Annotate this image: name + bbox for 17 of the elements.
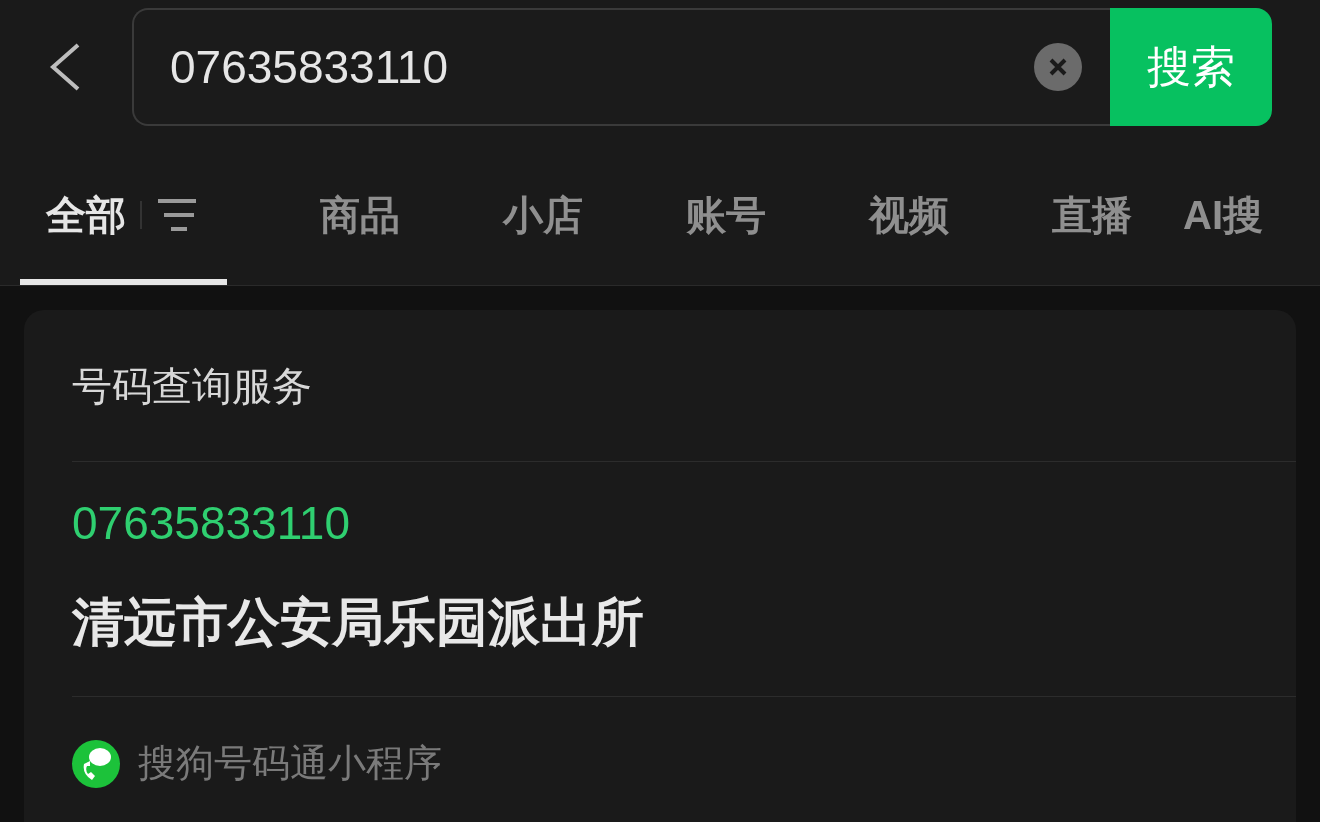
search-input[interactable]: 07635833110 bbox=[170, 32, 1034, 102]
card-title: 号码查询服务 bbox=[72, 310, 1296, 462]
tab[interactable]: 直播 bbox=[1000, 150, 1183, 285]
close-icon bbox=[1049, 58, 1067, 76]
tab[interactable]: 小店 bbox=[451, 150, 634, 285]
tab[interactable]: 全部 bbox=[20, 150, 227, 285]
tab[interactable]: AI搜 bbox=[1183, 150, 1283, 285]
back-icon bbox=[48, 42, 82, 92]
search-box[interactable]: 07635833110 bbox=[132, 8, 1110, 126]
source-label[interactable]: 搜狗号码通小程序 bbox=[138, 735, 442, 792]
tab[interactable]: 视频 bbox=[817, 150, 1000, 285]
tab[interactable]: 商品 bbox=[268, 150, 451, 285]
tab[interactable]: 账号 bbox=[634, 150, 817, 285]
place-name: 清远市公安局乐园派出所 bbox=[72, 596, 645, 648]
phone-number: 07635833110 bbox=[72, 500, 351, 546]
phone-logo-icon bbox=[72, 739, 120, 788]
clear-button[interactable] bbox=[1034, 43, 1082, 91]
